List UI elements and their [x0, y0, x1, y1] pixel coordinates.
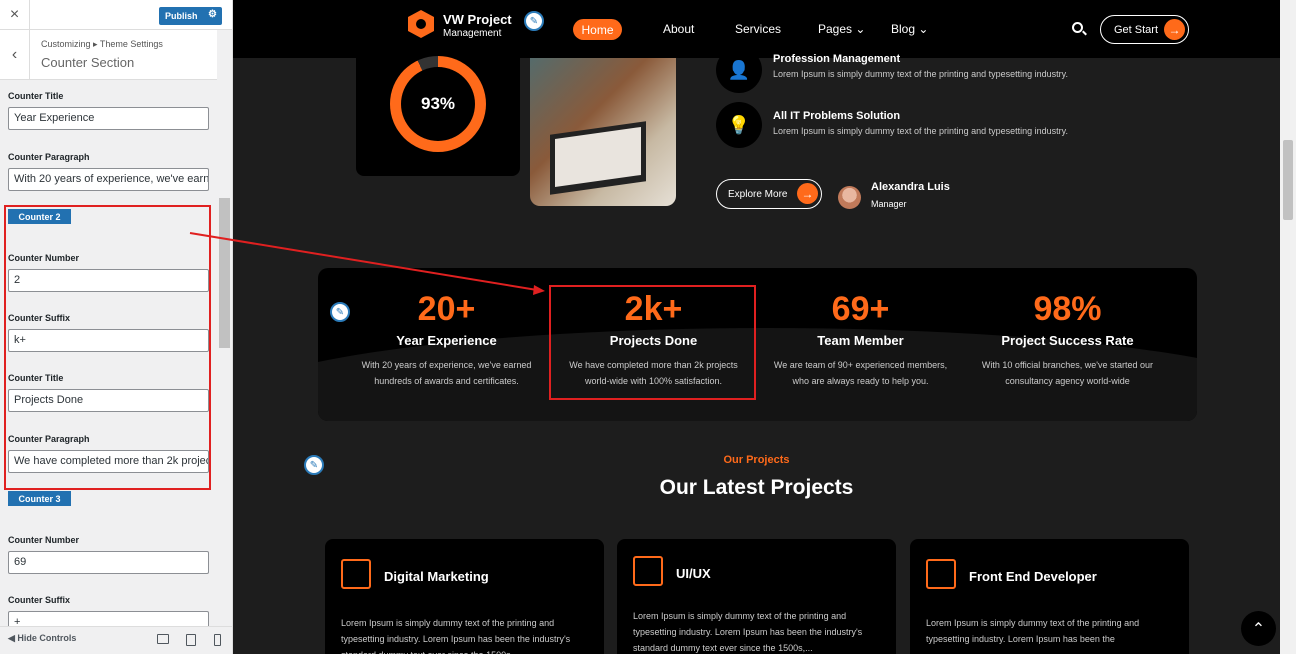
- hero-photo: [530, 58, 676, 206]
- marketing-icon: [341, 559, 371, 589]
- panel-scrollbar-thumb[interactable]: [219, 198, 230, 348]
- project-desc: Lorem Ipsum is simply dummy text of the …: [341, 618, 571, 654]
- explore-more-label: Explore More: [728, 188, 788, 200]
- nav-home[interactable]: Home: [573, 19, 622, 40]
- project-title: UI/UX: [676, 566, 711, 581]
- lightbulb-icon: 💡: [716, 102, 762, 148]
- hide-controls-label: Hide Controls: [17, 633, 77, 643]
- project-desc: Lorem Ipsum is simply dummy text of the …: [633, 611, 863, 653]
- counter-desc: With 10 official branches, we've started…: [965, 357, 1170, 389]
- close-icon[interactable]: ×: [0, 0, 30, 30]
- scroll-to-top-button[interactable]: ⌃: [1241, 611, 1276, 646]
- highlight-box: [549, 285, 756, 400]
- counter-desc-line: With 10 official branches, we've started…: [981, 360, 1154, 370]
- counter-paragraph-label: Counter Paragraph: [8, 152, 90, 162]
- publish-label: Publish: [165, 11, 198, 21]
- manager-icon: 👤: [716, 47, 762, 93]
- project-title: Front End Developer: [969, 569, 1097, 584]
- site-preview: VW Project Management ✎ Home About Servi…: [233, 0, 1280, 654]
- project-card[interactable]: Digital Marketing Lorem Ipsum is simply …: [325, 539, 604, 654]
- nav-pages-label: Pages: [818, 22, 853, 36]
- section-title: Counter Section: [41, 55, 135, 70]
- get-start-label: Get Start: [1114, 23, 1159, 36]
- nav-blog-label: Blog: [891, 22, 916, 36]
- progress-percent: 93%: [420, 94, 456, 113]
- publish-button[interactable]: Publish ⚙: [159, 7, 222, 25]
- author-role: Manager: [871, 199, 907, 209]
- counter-number: 69+: [831, 290, 890, 328]
- projects-subtitle: Our Projects: [723, 454, 790, 466]
- project-title: Digital Marketing: [384, 569, 489, 584]
- counter-desc: We are team of 90+ experienced members, w…: [758, 357, 963, 389]
- get-start-button[interactable]: Get Start →: [1100, 15, 1189, 44]
- counter-desc-line: who are always ready to help you.: [792, 376, 929, 386]
- logo-icon[interactable]: [408, 10, 434, 38]
- logo-title[interactable]: VW Project: [443, 12, 512, 27]
- counter-desc-line: hundreds of awards and certificates.: [374, 376, 519, 386]
- explore-more-button[interactable]: Explore More →: [716, 179, 822, 209]
- laptop-image: [550, 121, 646, 195]
- feature-desc: Lorem Ipsum is simply dummy text of the …: [773, 69, 1068, 79]
- progress-card: 93%: [356, 56, 520, 176]
- highlight-box: [4, 205, 211, 490]
- breadcrumb: Customizing ▸ Theme Settings: [41, 39, 163, 49]
- nav-blog[interactable]: Blog ⌄: [891, 22, 928, 36]
- mobile-preview-icon[interactable]: [214, 634, 221, 646]
- nav-about[interactable]: About: [663, 22, 694, 36]
- counter-3-badge: Counter 3: [8, 491, 71, 506]
- counter-number: 20+: [417, 290, 476, 328]
- hide-controls-button[interactable]: ◀ Hide Controls: [8, 633, 76, 644]
- customizer-footer: ◀ Hide Controls: [0, 626, 232, 654]
- tablet-preview-icon[interactable]: [186, 634, 196, 646]
- desktop-preview-icon[interactable]: [157, 634, 169, 644]
- arrow-right-icon: →: [1164, 19, 1185, 40]
- counter-desc-line: We are team of 90+ experienced members,: [773, 360, 948, 370]
- counter-number: 98%: [1033, 290, 1102, 328]
- counter-paragraph-input[interactable]: With 20 years of experience, we've earne…: [8, 168, 209, 191]
- project-desc: Lorem Ipsum is simply dummy text of the …: [926, 618, 1140, 644]
- counter-suffix-label: Counter Suffix: [8, 595, 70, 605]
- section-header: ‹ Customizing ▸ Theme Settings Counter S…: [0, 30, 217, 80]
- counter-desc-line: consultancy agency world-wide: [1005, 376, 1130, 386]
- chevron-down-icon: ⌄: [918, 22, 929, 36]
- counter-title: Team Member: [817, 333, 904, 348]
- counter-number-input[interactable]: 69: [8, 551, 209, 574]
- back-arrow-icon[interactable]: ‹: [0, 30, 30, 80]
- projects-title: Our Latest Projects: [659, 476, 854, 499]
- search-icon[interactable]: [1072, 22, 1083, 33]
- counter-number-label: Counter Number: [8, 535, 80, 545]
- logo-subtitle[interactable]: Management: [443, 28, 501, 39]
- feature-title: Profession Management: [773, 53, 901, 65]
- counter-desc: With 20 years of experience, we've earne…: [344, 357, 549, 389]
- customizer-header: × Publish ⚙: [0, 0, 232, 30]
- counter-title-label: Counter Title: [8, 91, 64, 101]
- sitemap-icon: [926, 559, 956, 589]
- avatar: [838, 186, 861, 209]
- counter-title-input[interactable]: Year Experience: [8, 107, 209, 130]
- edit-pencil-icon[interactable]: ✎: [330, 302, 350, 322]
- gear-icon[interactable]: ⚙: [208, 9, 217, 20]
- project-card[interactable]: UI/UX Lorem Ipsum is simply dummy text o…: [617, 539, 896, 654]
- site-navbar: VW Project Management ✎ Home About Servi…: [233, 0, 1280, 58]
- counter-desc-line: With 20 years of experience, we've earne…: [361, 360, 532, 370]
- project-card[interactable]: Front End Developer Lorem Ipsum is simpl…: [910, 539, 1189, 654]
- feature-title: All IT Problems Solution: [773, 110, 901, 122]
- page-scrollbar-thumb[interactable]: [1283, 140, 1293, 220]
- feature-desc: Lorem Ipsum is simply dummy text of the …: [773, 126, 1068, 136]
- arrow-right-icon: →: [797, 183, 818, 204]
- uiux-icon: [633, 556, 663, 586]
- page-scrollbar[interactable]: [1280, 0, 1296, 654]
- chevron-down-icon: ⌄: [855, 22, 866, 36]
- nav-services[interactable]: Services: [735, 22, 781, 36]
- nav-pages[interactable]: Pages ⌄: [818, 22, 865, 36]
- edit-pencil-icon[interactable]: ✎: [524, 11, 544, 31]
- counter-title: Project Success Rate: [1001, 333, 1134, 348]
- counter-title: Year Experience: [396, 333, 497, 348]
- counter-section: 20+ Year Experience With 20 years of exp…: [318, 268, 1197, 421]
- author-name: Alexandra Luis: [871, 181, 950, 193]
